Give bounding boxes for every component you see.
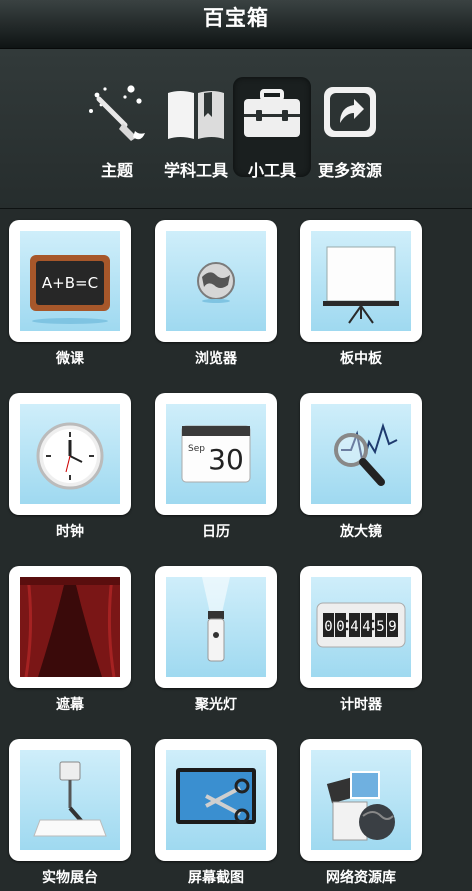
tool-browser[interactable]: 浏览器: [155, 220, 277, 367]
timer-digit: 4: [362, 619, 370, 635]
timer-colon-dot: [345, 619, 349, 623]
tool-spotlight[interactable]: 聚光灯: [155, 566, 277, 713]
tab-small-tools[interactable]: 小工具: [233, 77, 311, 180]
title-bar: 百宝箱: [0, 0, 472, 49]
tool-label: 板中板: [340, 351, 382, 367]
tool-label: 时钟: [56, 524, 84, 540]
calendar-day: 30: [208, 443, 244, 476]
tool-label: 聚光灯: [195, 697, 237, 713]
tool-label: 微课: [56, 351, 84, 367]
screenshot-scissors-icon: [166, 750, 266, 850]
calendar-month: Sep: [188, 444, 205, 454]
tool-document-camera[interactable]: 实物展台: [9, 739, 131, 886]
tool-label: 屏幕截图: [188, 870, 244, 886]
tool-curtain[interactable]: 遮幕: [9, 566, 131, 713]
timer-digit: 9: [388, 619, 396, 635]
chalkboard-icon: A+B=C: [20, 231, 120, 331]
calendar-icon: Sep 30: [166, 404, 266, 504]
timer-colon-dot: [345, 627, 349, 631]
tool-label: 实物展台: [42, 870, 98, 886]
tool-screenshot[interactable]: 屏幕截图: [155, 739, 277, 886]
category-tab-bar: 主题 学科工具 小工具 更多资源: [0, 49, 472, 209]
paintbrush-icon: [85, 81, 149, 143]
timer-digit: 0: [324, 619, 332, 635]
timer-colon-dot: [371, 627, 375, 631]
tool-magnifier[interactable]: 放大镜: [300, 393, 422, 540]
timer-digit: 0: [336, 619, 344, 635]
tool-label: 放大镜: [340, 524, 382, 540]
external-link-icon: [318, 81, 382, 143]
tab-theme[interactable]: 主题: [78, 77, 156, 180]
timer-digit: 4: [350, 619, 358, 635]
tab-more-resources[interactable]: 更多资源: [311, 77, 389, 180]
globe-icon: [166, 231, 266, 331]
document-camera-icon: [20, 750, 120, 850]
tool-board-in-board[interactable]: 板中板: [300, 220, 422, 367]
tab-label: 更多资源: [317, 161, 382, 180]
clock-icon: [20, 404, 120, 504]
timer-icon: 004459: [311, 577, 411, 677]
magnifier-icon: [311, 404, 411, 504]
tool-label: 网络资源库: [326, 870, 396, 886]
board-text: A+B=C: [42, 274, 98, 292]
timer-colon-dot: [371, 619, 375, 623]
tool-label: 日历: [202, 524, 230, 540]
spotlight-icon: [166, 577, 266, 677]
tool-weike[interactable]: A+B=C 微课: [9, 220, 131, 367]
projector-screen-icon: [311, 231, 411, 331]
curtain-icon: [20, 577, 120, 677]
toolbox-icon: [240, 81, 304, 143]
tool-label: 浏览器: [195, 351, 237, 367]
page-title: 百宝箱: [203, 6, 269, 30]
tool-calendar[interactable]: Sep 30 日历: [155, 393, 277, 540]
tool-clock[interactable]: 时钟: [9, 393, 131, 540]
tool-timer[interactable]: 004459 计时器: [300, 566, 422, 713]
tool-label: 遮幕: [56, 697, 84, 713]
book-icon: [164, 81, 228, 143]
tool-network-resources[interactable]: 网络资源库: [300, 739, 422, 886]
tool-label: 计时器: [340, 697, 382, 713]
timer-digit: 5: [376, 619, 384, 635]
network-resources-icon: [311, 750, 411, 850]
